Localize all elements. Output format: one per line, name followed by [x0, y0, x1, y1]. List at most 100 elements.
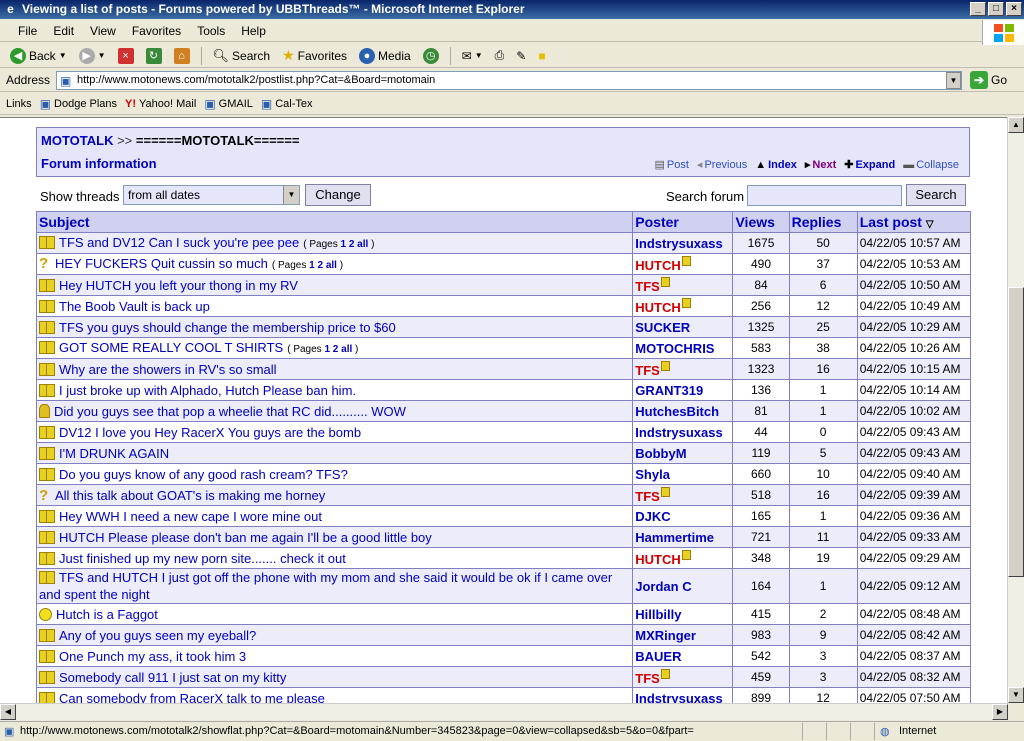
thread-subject-link[interactable]: Did you guys see that pop a wheelie that… [54, 404, 406, 419]
expand-link[interactable]: ✚ Expand [844, 158, 895, 172]
stop-button[interactable]: × [114, 47, 138, 64]
next-link[interactable]: ▸ Next [805, 158, 836, 172]
post-link[interactable]: ▤ Post [654, 158, 688, 172]
thread-subject-link[interactable]: Just finished up my new porn site.......… [59, 551, 346, 566]
col-subject[interactable]: Subject [35, 211, 634, 233]
date-filter-select[interactable]: from all dates ▼ [123, 185, 300, 205]
page-link[interactable]: 2 [317, 260, 323, 271]
thread-subject-link[interactable]: HUTCH Please please don't ban me again I… [59, 530, 432, 545]
forum-info-link[interactable]: Forum information [41, 156, 157, 171]
history-button[interactable]: ◷ [419, 47, 443, 64]
mail-button[interactable]: ✉ ▼ [458, 49, 487, 63]
page-link[interactable]: 1 [309, 260, 315, 271]
poster-link[interactable]: Indstrysuxass [635, 691, 722, 704]
address-dropdown-button[interactable]: ▼ [946, 72, 961, 89]
menu-view[interactable]: View [82, 24, 124, 38]
poster-link[interactable]: Jordan C [635, 579, 691, 594]
back-button[interactable]: ◀ Back ▼ [6, 47, 71, 64]
poster-link[interactable]: SUCKER [635, 320, 690, 335]
scroll-left-button[interactable]: ◀ [0, 704, 16, 720]
go-button[interactable]: ➔ Go [970, 71, 1007, 89]
refresh-button[interactable]: ↻ [142, 47, 166, 64]
thread-subject-link[interactable]: Can somebody from RacerX talk to me plea… [59, 691, 325, 704]
scroll-thumb[interactable] [1008, 287, 1024, 577]
page-link[interactable]: all [357, 239, 368, 250]
poster-link[interactable]: MOTOCHRIS [635, 341, 714, 356]
poster-link[interactable]: Indstrysuxass [635, 425, 722, 440]
change-button[interactable]: Change [305, 184, 371, 206]
thread-subject-link[interactable]: Do you guys know of any good rash cream?… [59, 467, 348, 482]
thread-subject-link[interactable]: Why are the showers in RV's so small [59, 362, 277, 377]
menu-file[interactable]: File [10, 24, 45, 38]
poster-link[interactable]: Indstrysuxass [635, 236, 722, 251]
poster-link[interactable]: HutchesBitch [635, 404, 719, 419]
horizontal-scrollbar[interactable]: ◀ ▶ [0, 703, 1008, 720]
thread-subject-link[interactable]: DV12 I love you Hey RacerX You guys are … [59, 425, 361, 440]
scroll-right-button[interactable]: ▶ [992, 704, 1008, 720]
menu-help[interactable]: Help [233, 24, 274, 38]
col-replies[interactable]: Replies [788, 211, 858, 233]
thread-subject-link[interactable]: HEY FUCKERS Quit cussin so much [55, 256, 268, 271]
thread-subject-link[interactable]: I'M DRUNK AGAIN [59, 446, 169, 461]
thread-subject-link[interactable]: TFS you guys should change the membershi… [59, 320, 396, 335]
edit-button[interactable]: ✎ [512, 49, 530, 63]
thread-subject-link[interactable]: GOT SOME REALLY COOL T SHIRTS [59, 340, 283, 355]
close-button[interactable]: × [1006, 2, 1022, 16]
scroll-up-button[interactable]: ▲ [1008, 117, 1024, 133]
page-link[interactable]: all [326, 260, 337, 271]
collapse-link[interactable]: ▬ Collapse [903, 158, 959, 171]
search-input[interactable] [747, 185, 902, 206]
menu-tools[interactable]: Tools [189, 24, 233, 38]
breadcrumb-root-link[interactable]: MOTOTALK [41, 133, 113, 148]
poster-link[interactable]: TFS [635, 671, 660, 686]
minimize-button[interactable]: _ [970, 2, 986, 16]
thread-subject-link[interactable]: Any of you guys seen my eyeball? [59, 628, 256, 643]
poster-link[interactable]: TFS [635, 279, 660, 294]
poster-link[interactable]: HUTCH [635, 300, 681, 315]
page-link[interactable]: 2 [333, 344, 339, 355]
media-button[interactable]: ● Media [355, 47, 415, 64]
thread-subject-link[interactable]: TFS and HUTCH I just got off the phone w… [39, 570, 612, 602]
col-views[interactable]: Views [732, 211, 790, 233]
search-button[interactable]: Search [906, 184, 966, 206]
thread-subject-link[interactable]: Hey WWH I need a new cape I wore mine ou… [59, 509, 322, 524]
page-link[interactable]: all [341, 344, 352, 355]
vertical-scrollbar[interactable]: ▲ ▼ [1007, 117, 1024, 703]
scroll-down-button[interactable]: ▼ [1008, 687, 1024, 703]
forward-button[interactable]: ▶ ▼ [75, 47, 110, 64]
page-link[interactable]: 1 [324, 344, 330, 355]
page-link[interactable]: 1 [340, 239, 346, 250]
thread-subject-link[interactable]: One Punch my ass, it took him 3 [59, 649, 246, 664]
thread-subject-link[interactable]: I just broke up with Alphado, Hutch Plea… [59, 383, 356, 398]
page-link[interactable]: 2 [349, 239, 355, 250]
poster-link[interactable]: GRANT319 [635, 383, 703, 398]
poster-link[interactable]: DJKC [635, 509, 670, 524]
menu-favorites[interactable]: Favorites [124, 24, 189, 38]
col-poster[interactable]: Poster [632, 211, 734, 233]
poster-link[interactable]: BobbyM [635, 446, 686, 461]
address-input[interactable]: ▣ http://www.motonews.com/mototalk2/post… [56, 71, 962, 90]
poster-link[interactable]: HUTCH [635, 258, 681, 273]
link-dodge-plans[interactable]: ▣ Dodge Plans [40, 97, 117, 111]
favorites-button[interactable]: ★ Favorites [278, 47, 351, 64]
thread-subject-link[interactable]: TFS and DV12 Can I suck you're pee pee [59, 235, 299, 250]
thread-subject-link[interactable]: Hey HUTCH you left your thong in my RV [59, 278, 298, 293]
poster-link[interactable]: Hammertime [635, 530, 714, 545]
col-last-post[interactable]: Last post ▽ [856, 211, 972, 233]
menu-edit[interactable]: Edit [45, 24, 82, 38]
thread-subject-link[interactable]: Somebody call 911 I just sat on my kitty [59, 670, 286, 685]
poster-link[interactable]: Hillbilly [635, 607, 681, 622]
link-yahoo-mail[interactable]: Y! Yahoo! Mail [125, 98, 196, 110]
previous-link[interactable]: ◂ Previous [697, 158, 747, 172]
poster-link[interactable]: TFS [635, 363, 660, 378]
maximize-button[interactable]: □ [988, 2, 1004, 16]
thread-subject-link[interactable]: The Boob Vault is back up [59, 299, 210, 314]
poster-link[interactable]: BAUER [635, 649, 681, 664]
print-button[interactable]: ⎙ [491, 48, 509, 63]
link-cal-tex[interactable]: ▣ Cal-Tex [261, 97, 313, 111]
thread-subject-link[interactable]: Hutch is a Faggot [56, 607, 158, 622]
poster-link[interactable]: Shyla [635, 467, 670, 482]
thread-subject-link[interactable]: All this talk about GOAT's is making me … [55, 488, 325, 503]
link-gmail[interactable]: ▣ GMAIL [204, 97, 253, 111]
poster-link[interactable]: TFS [635, 489, 660, 504]
